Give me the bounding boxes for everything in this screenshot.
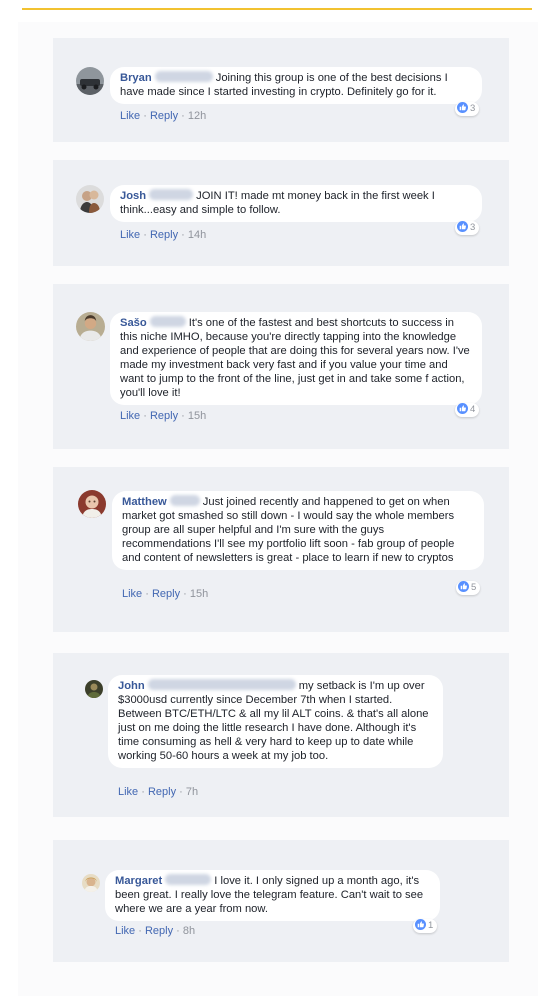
commenter-name[interactable]: Josh [120, 190, 146, 202]
comment-actions: Like · Reply · 8h [115, 925, 196, 937]
thumbs-up-icon [457, 221, 468, 232]
top-accent-line [22, 8, 532, 10]
avatar[interactable] [76, 312, 105, 341]
thumbs-up-icon [457, 403, 468, 414]
timestamp[interactable]: 12h [188, 110, 206, 122]
testimonial-card: Josh JOIN IT! made mt money back in the f… [53, 160, 509, 266]
reaction-count[interactable]: 1 [413, 919, 438, 933]
blurred-surname [149, 316, 186, 327]
thumbs-up-icon [457, 102, 468, 113]
reaction-count[interactable]: 3 [455, 221, 480, 235]
avatar[interactable] [78, 490, 106, 518]
timestamp[interactable]: 15h [188, 410, 206, 422]
comment-bubble: Sašo It's one of the fastest and best sho… [110, 312, 482, 405]
timestamp[interactable]: 14h [188, 229, 206, 241]
reaction-count[interactable]: 4 [455, 403, 480, 417]
comment-actions: Like · Reply · 15h [120, 410, 207, 422]
comment-actions: Like · Reply · 14h [120, 229, 207, 241]
timestamp[interactable]: 8h [183, 925, 195, 937]
like-link[interactable]: Like [118, 786, 138, 798]
commenter-name[interactable]: Matthew [122, 496, 167, 508]
blurred-surname [165, 874, 212, 885]
commenter-name[interactable]: Sašo [120, 317, 147, 329]
like-link[interactable]: Like [122, 588, 142, 600]
comment-actions: Like · Reply · 15h [122, 588, 209, 600]
comment-bubble: John my setback is I'm up over $3000usd c… [108, 675, 443, 768]
like-link[interactable]: Like [120, 110, 140, 122]
timestamp[interactable]: 7h [186, 786, 198, 798]
avatar[interactable] [76, 185, 104, 213]
comment-bubble: Margaret I love it. I only signed up a mo… [105, 870, 440, 921]
reaction-count[interactable]: 3 [455, 102, 480, 116]
reply-link[interactable]: Reply [145, 925, 173, 937]
comment-actions: Like · Reply · 7h [118, 786, 199, 798]
reaction-count[interactable]: 5 [456, 581, 481, 595]
like-link[interactable]: Like [115, 925, 135, 937]
reply-link[interactable]: Reply [150, 229, 178, 241]
reply-link[interactable]: Reply [152, 588, 180, 600]
testimonial-card: Bryan Joining this group is one of the be… [53, 38, 509, 142]
like-link[interactable]: Like [120, 410, 140, 422]
thumbs-up-icon [415, 919, 426, 930]
comment-text: my setback is I'm up over $3000usd curre… [118, 680, 429, 762]
comment-text: Just joined recently and happened to get… [122, 496, 455, 564]
testimonial-card: Margaret I love it. I only signed up a mo… [53, 840, 509, 962]
blurred-surname [169, 495, 200, 506]
commenter-name[interactable]: Bryan [120, 72, 152, 84]
comment-bubble: Matthew Just joined recently and happened… [112, 491, 484, 570]
reply-link[interactable]: Reply [148, 786, 176, 798]
commenter-name[interactable]: Margaret [115, 875, 162, 887]
timestamp[interactable]: 15h [190, 588, 208, 600]
avatar[interactable] [85, 680, 103, 698]
blurred-surname [147, 679, 296, 690]
commenter-name[interactable]: John [118, 680, 145, 692]
comment-text: It's one of the fastest and best shortcu… [120, 317, 470, 399]
testimonial-card: John my setback is I'm up over $3000usd c… [53, 653, 509, 817]
avatar[interactable] [82, 874, 100, 892]
like-link[interactable]: Like [120, 229, 140, 241]
thumbs-up-icon [458, 581, 469, 592]
reply-link[interactable]: Reply [150, 110, 178, 122]
testimonial-card: Matthew Just joined recently and happened… [53, 467, 509, 632]
reply-link[interactable]: Reply [150, 410, 178, 422]
comment-bubble: Bryan Joining this group is one of the be… [110, 67, 482, 104]
comment-actions: Like · Reply · 12h [120, 110, 207, 122]
blurred-surname [149, 189, 194, 200]
testimonial-card: Sašo It's one of the fastest and best sho… [53, 284, 509, 449]
avatar[interactable] [76, 67, 104, 95]
comment-bubble: Josh JOIN IT! made mt money back in the f… [110, 185, 482, 222]
blurred-surname [154, 71, 213, 82]
